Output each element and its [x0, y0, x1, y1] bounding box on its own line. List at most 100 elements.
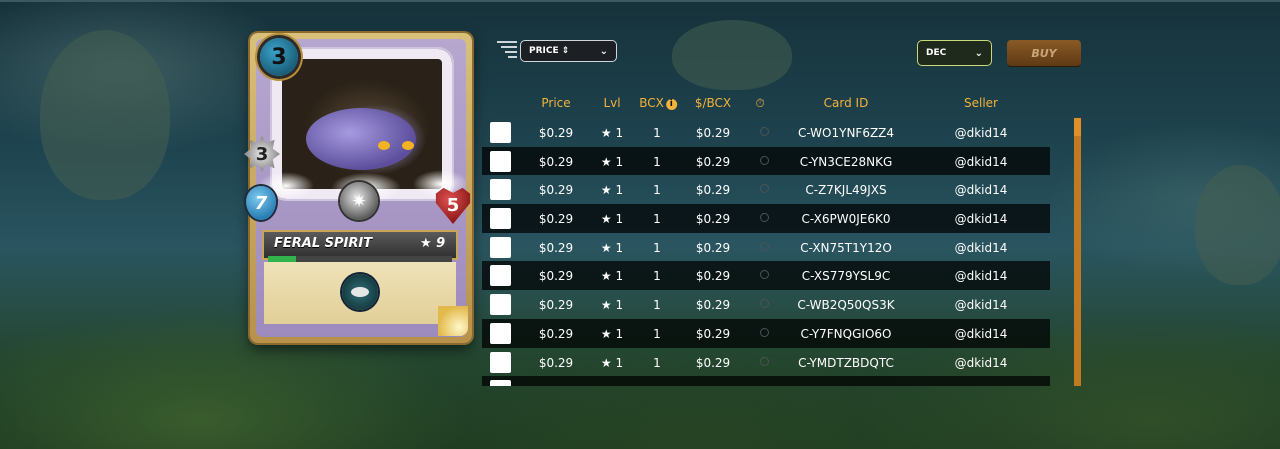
row-checkbox[interactable]	[490, 179, 511, 201]
clock-icon	[760, 356, 769, 366]
header-bcx[interactable]: BCX i	[639, 96, 677, 110]
clock-icon	[760, 270, 769, 280]
cell-seller[interactable]: @dkid14	[955, 241, 1008, 255]
buy-button[interactable]: BUY	[1007, 40, 1081, 66]
cell-level: ★ 1	[600, 212, 624, 227]
cell-price: $0.29	[538, 240, 574, 255]
cell-seller[interactable]: @dkid14	[955, 183, 1008, 197]
row-checkbox[interactable]	[490, 380, 511, 386]
cell-price: $0.29	[538, 212, 574, 227]
scrollbar-thumb[interactable]	[1074, 118, 1081, 386]
cell-level: ★ 1	[600, 154, 624, 169]
cell-price: $0.29	[538, 269, 574, 284]
cell-seller[interactable]: @dkid14	[955, 269, 1008, 283]
table-row[interactable]: $0.29 ★ 1 1 $0.29 C-X6PW0JE6K0 @dkid14	[482, 204, 1050, 233]
row-checkbox[interactable]	[490, 150, 511, 172]
row-checkbox[interactable]	[490, 351, 511, 373]
cell-price: $0.29	[538, 126, 574, 140]
table-row[interactable]: $0.29 ★ 1 1 $0.29 C-WO1YNF6ZZ4 @dkid14	[482, 118, 1050, 147]
chevron-down-icon: ⌄	[974, 47, 983, 59]
filter-icon[interactable]	[497, 41, 517, 59]
cell-seller[interactable]: @dkid14	[955, 327, 1008, 341]
cell-per-bcx: $0.29	[695, 269, 731, 284]
table-row[interactable]: $0.29 ★ 1 1 $0.29 C-YMDTZBDQTC @dkid14	[482, 348, 1050, 377]
table-row[interactable]: $0.29 ★ 1 1 $0.29 C-XS779YSL9C @dkid14	[482, 261, 1050, 291]
cell-bcx: 1	[653, 355, 661, 370]
cell-per-bcx: $0.29	[695, 126, 731, 140]
row-checkbox[interactable]	[490, 265, 511, 287]
cell-price: $0.29	[538, 298, 574, 313]
sort-select[interactable]: PRICE ⇕ ⌄	[520, 40, 617, 62]
row-checkbox[interactable]	[490, 322, 511, 344]
cell-seller[interactable]: @dkid14	[955, 212, 1008, 226]
header-card-id[interactable]: Card ID	[824, 96, 869, 110]
header-price[interactable]: Price	[541, 96, 570, 110]
table-row[interactable]: $0.29 ★ 1 1 $0.29 C-Y7FNQGIO6O @dkid14	[482, 318, 1050, 348]
clock-icon	[760, 155, 769, 165]
creature-eye-left	[378, 141, 390, 150]
table-row[interactable]: $0.29 ★ 1 1 $0.29 C-WB2Q50QS3K @dkid14	[482, 290, 1050, 319]
table-row[interactable]: $0.29 ★ 1 1 $0.29 C-XN75T1Y12O @dkid14	[482, 233, 1050, 262]
header-clock-icon[interactable]: ⏱	[755, 96, 764, 111]
cell-per-bcx: $0.29	[695, 298, 731, 313]
mana-cost-badge: 3	[260, 38, 298, 76]
creature-eye-right	[402, 141, 414, 150]
cell-price: $0.29	[538, 183, 574, 198]
cell-bcx: 1	[653, 126, 661, 140]
header-per-bcx[interactable]: $/BCX	[695, 96, 731, 110]
cell-level: ★ 1	[600, 183, 624, 198]
cell-card-id: C-YMDTZBDQTC	[798, 355, 894, 370]
clock-icon	[760, 299, 769, 309]
cell-level: ★ 1	[600, 126, 624, 140]
background-island-right	[1195, 165, 1280, 285]
sort-select-value: PRICE ⇕	[529, 46, 570, 56]
cell-seller[interactable]: @dkid14	[955, 126, 1008, 140]
currency-select-value: DEC	[926, 48, 947, 58]
cell-level: ★ 1	[600, 355, 624, 370]
cell-level: ★ 1	[600, 240, 624, 255]
cell-price: $0.29	[538, 355, 574, 370]
cell-per-bcx: $0.29	[695, 154, 731, 169]
info-icon[interactable]: i	[665, 99, 677, 110]
ability-icon[interactable]	[342, 274, 378, 310]
cell-level: ★ 1	[600, 298, 624, 313]
row-checkbox[interactable]	[490, 236, 511, 258]
card-corner-ornament	[438, 306, 468, 336]
spirit-creature-art	[306, 108, 416, 170]
row-checkbox[interactable]	[490, 294, 511, 316]
cell-bcx: 1	[653, 240, 661, 255]
row-checkbox[interactable]	[490, 122, 511, 143]
table-row[interactable]: $0.29 ★ 1 1 $0.29 C-Z7KJL49JXS @dkid14	[482, 175, 1050, 204]
cell-level: ★ 1	[600, 326, 624, 341]
cell-per-bcx: $0.29	[695, 240, 731, 255]
cell-level: ★ 1	[600, 269, 624, 284]
cell-per-bcx: $0.29	[695, 355, 731, 370]
cell-bcx: 1	[653, 183, 661, 198]
listings-table-body: $0.29 ★ 1 1 $0.29 C-WO1YNF6ZZ4 @dkid14 $0.29 ★ …	[482, 118, 1050, 386]
cell-price: $0.29	[538, 154, 574, 169]
background-island-left	[40, 30, 170, 200]
header-lvl[interactable]: Lvl	[603, 96, 620, 110]
cell-per-bcx: $0.29	[695, 212, 731, 227]
cell-per-bcx: $0.29	[695, 326, 731, 341]
header-bcx-label: BCX	[639, 96, 664, 110]
card-level: ★ 9	[420, 236, 446, 251]
currency-select[interactable]: DEC ⌄	[917, 40, 992, 66]
cell-seller[interactable]: @dkid14	[955, 356, 1008, 370]
header-seller[interactable]: Seller	[964, 96, 998, 110]
cell-bcx: 1	[653, 154, 661, 169]
neutral-element-icon: ✷	[340, 182, 378, 220]
cell-bcx: 1	[653, 326, 661, 341]
cell-per-bcx: $0.29	[695, 183, 731, 198]
cell-card-id: C-WB2Q50QS3K	[797, 298, 895, 313]
cell-card-id: C-X6PW0JE6K0	[801, 212, 891, 227]
cell-seller[interactable]: @dkid14	[955, 298, 1008, 312]
cell-seller[interactable]: @dkid14	[955, 155, 1008, 169]
clock-icon	[760, 327, 769, 337]
table-row[interactable]	[482, 376, 1050, 386]
cell-card-id: C-XN75T1Y12O	[800, 240, 892, 255]
table-row[interactable]: $0.29 ★ 1 1 $0.29 C-YN3CE28NKG @dkid14	[482, 146, 1050, 176]
row-checkbox[interactable]	[490, 208, 511, 230]
background-island-center	[672, 20, 792, 90]
top-border	[0, 0, 1280, 2]
